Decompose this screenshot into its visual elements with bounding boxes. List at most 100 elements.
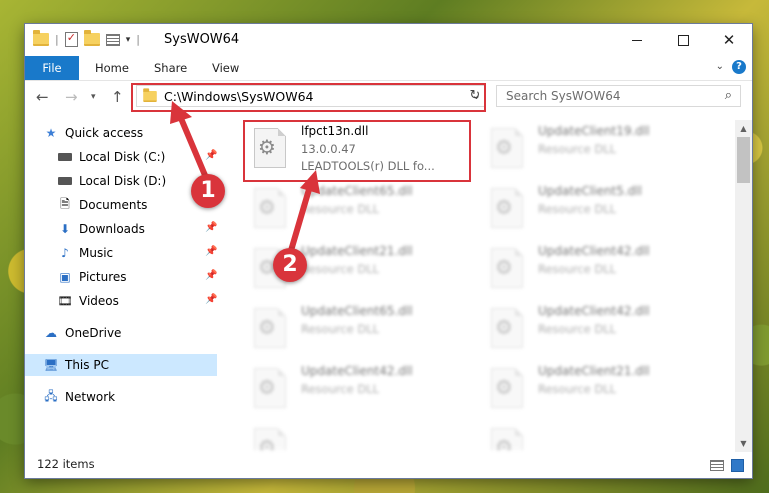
file-item[interactable]: ⚙ UpdateClient42.dll Resource DLL	[480, 302, 704, 358]
file-type: Resource DLL	[301, 322, 380, 336]
file-highlight-box	[243, 120, 471, 182]
scrollbar-thumb[interactable]	[737, 137, 750, 183]
dll-file-icon: ⚙	[254, 308, 286, 348]
sidebar-item-local-disk-c[interactable]: Local Disk (C:) 📌	[25, 146, 217, 168]
file-name: UpdateClient42.dll	[538, 244, 650, 258]
pictures-icon: ▣	[59, 270, 71, 284]
scroll-down-icon[interactable]: ▼	[735, 435, 752, 452]
properties-icon[interactable]	[64, 31, 78, 47]
large-icons-view-icon[interactable]	[731, 459, 744, 472]
maximize-button[interactable]	[660, 24, 706, 56]
file-item[interactable]: ⚙ UpdateClient21.dll Resource DLL	[480, 362, 704, 418]
file-type: Resource DLL	[301, 382, 380, 396]
pin-icon[interactable]: 📌	[205, 294, 217, 305]
sidebar-item-label: Downloads	[79, 222, 145, 236]
separator: |	[136, 33, 140, 46]
scroll-up-icon[interactable]: ▲	[735, 120, 752, 137]
drive-icon	[57, 150, 73, 164]
dll-file-icon: ⚙	[254, 428, 286, 450]
file-type: Resource DLL	[538, 142, 617, 156]
file-item[interactable]: ⚙ UpdateClient42.dll Resource DLL	[480, 242, 704, 298]
vertical-scrollbar[interactable]: ▲ ▼	[735, 120, 752, 452]
sidebar-item-videos[interactable]: 🎞 Videos 📌	[25, 290, 217, 312]
file-item[interactable]: ⚙ UpdateClient65.dll Resource DLL	[243, 302, 467, 358]
file-type: Resource DLL	[538, 262, 617, 276]
file-name: UpdateClient65.dll	[301, 304, 413, 318]
downloads-icon: ⬇	[59, 222, 71, 236]
tab-home[interactable]: Home	[95, 56, 129, 80]
file-type: Resource DLL	[301, 262, 380, 276]
sidebar-item-label: Music	[79, 246, 114, 260]
close-icon: ✕	[722, 31, 736, 49]
sidebar-item-this-pc[interactable]: 🖥 This PC	[25, 354, 217, 376]
file-item[interactable]: ⚙	[480, 422, 704, 450]
sidebar-item-label: Network	[65, 390, 116, 404]
sidebar-item-quick-access[interactable]: ★ Quick access	[25, 122, 217, 144]
dll-file-icon: ⚙	[491, 308, 523, 348]
dll-file-icon: ⚙	[491, 188, 523, 228]
file-item[interactable]: ⚙ UpdateClient42.dll Resource DLL	[243, 362, 467, 418]
back-arrow-icon[interactable]: ←	[36, 88, 49, 106]
search-input[interactable]: Search SysWOW64	[506, 89, 620, 103]
sidebar-item-network[interactable]: 🖧 Network	[25, 386, 217, 408]
dll-file-icon: ⚙	[491, 248, 523, 288]
pin-icon[interactable]: 📌	[205, 246, 217, 257]
file-name: UpdateClient19.dll	[538, 124, 650, 138]
minimize-icon	[632, 39, 642, 41]
videos-icon: 🎞	[57, 294, 73, 308]
sidebar-item-label: Videos	[79, 294, 119, 308]
minimize-button[interactable]	[614, 24, 660, 56]
ribbon-expand-icon[interactable]: ⌄	[716, 61, 724, 72]
sidebar-item-music[interactable]: ♪ Music 📌	[25, 242, 217, 264]
sidebar-item-downloads[interactable]: ⬇ Downloads 📌	[25, 218, 217, 240]
chevron-down-icon[interactable]: ▾	[126, 35, 131, 45]
help-icon[interactable]: ?	[732, 60, 746, 74]
pin-icon[interactable]: 📌	[205, 150, 217, 161]
this-pc-icon: 🖥	[43, 358, 59, 372]
sidebar-item-pictures[interactable]: ▣ Pictures 📌	[25, 266, 217, 288]
close-button[interactable]: ✕	[706, 24, 752, 56]
new-folder-icon[interactable]	[83, 30, 100, 46]
separator: |	[55, 33, 59, 46]
tab-share[interactable]: Share	[154, 56, 187, 80]
star-icon: ★	[45, 126, 57, 140]
file-name: UpdateClient42.dll	[538, 304, 650, 318]
pin-icon[interactable]: 📌	[205, 270, 217, 281]
view-options-icon[interactable]	[105, 33, 120, 46]
step-2-badge: 2	[273, 248, 307, 282]
forward-arrow-icon[interactable]: →	[65, 88, 78, 106]
file-name: UpdateClient65.dll	[301, 184, 413, 198]
folder-icon	[33, 30, 49, 46]
pin-icon[interactable]: 📌	[205, 222, 217, 233]
dll-file-icon: ⚙	[491, 128, 523, 168]
dll-file-icon: ⚙	[491, 428, 523, 450]
sidebar-item-label: Quick access	[65, 126, 144, 140]
search-icon[interactable]: ⌕	[725, 88, 732, 103]
file-item[interactable]: ⚙	[243, 422, 467, 450]
ribbon: File Home Share View ⌄ ?	[25, 56, 752, 81]
network-icon: 🖧	[44, 388, 58, 403]
search-box[interactable]: Search SysWOW64 ⌕	[496, 85, 741, 107]
file-item[interactable]: ⚙ UpdateClient5.dll Resource DLL	[480, 182, 704, 238]
recent-locations-icon[interactable]: ▾	[91, 92, 96, 102]
dll-file-icon: ⚙	[254, 368, 286, 408]
status-bar: 122 items	[25, 454, 752, 478]
sidebar-item-documents[interactable]: 🗎 Documents 📌	[25, 194, 217, 216]
sidebar-item-onedrive[interactable]: ☁ OneDrive	[25, 322, 217, 344]
sidebar-item-label: This PC	[65, 358, 109, 372]
file-name: UpdateClient21.dll	[301, 244, 413, 258]
window-title: SysWOW64	[164, 32, 240, 47]
file-item[interactable]: ⚙ UpdateClient19.dll Resource DLL	[480, 122, 704, 178]
dll-file-icon: ⚙	[254, 188, 286, 228]
step-1-badge: 1	[191, 174, 225, 208]
sidebar-item-label: Documents	[79, 198, 148, 212]
tab-file[interactable]: File	[25, 56, 79, 80]
up-arrow-icon[interactable]: ↑	[111, 88, 124, 106]
file-item[interactable]: ⚙ UpdateClient65.dll Resource DLL	[243, 182, 467, 238]
file-type: Resource DLL	[538, 322, 617, 336]
details-view-icon[interactable]	[710, 460, 724, 471]
sidebar-item-local-disk-d[interactable]: Local Disk (D:)	[25, 170, 217, 192]
onedrive-icon: ☁	[45, 326, 57, 340]
tab-view[interactable]: View	[212, 56, 239, 80]
address-highlight-box	[131, 83, 486, 112]
